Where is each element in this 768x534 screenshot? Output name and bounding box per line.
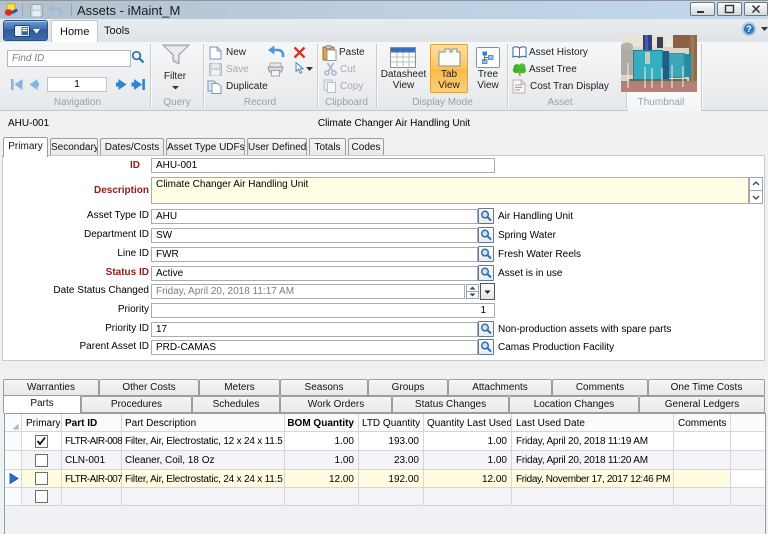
svg-text:?: ? (746, 24, 752, 34)
